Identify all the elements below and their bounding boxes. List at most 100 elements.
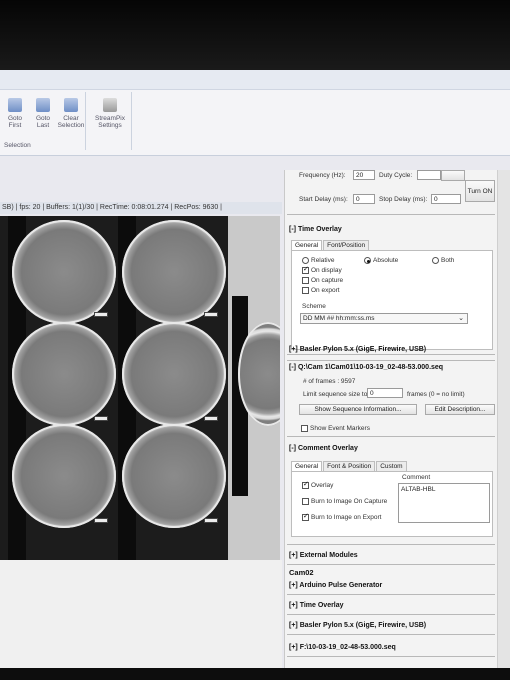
on-export-checkbox[interactable]: On export xyxy=(302,287,340,294)
label-tag xyxy=(94,416,108,421)
cam02-arduino-header[interactable]: [+] Arduino Pulse Generator xyxy=(289,582,382,589)
tab-general[interactable]: General xyxy=(291,461,323,471)
show-event-markers-label: Show Event Markers xyxy=(310,425,370,433)
tab-font-position[interactable]: Font/Position xyxy=(323,240,370,250)
tab-general[interactable]: General xyxy=(291,240,323,250)
show-event-markers-checkbox[interactable]: Show Event Markers xyxy=(301,425,370,432)
goto-last-button[interactable]: Goto Last xyxy=(30,98,56,129)
chevron-down-icon: ⌄ xyxy=(458,315,464,322)
burn-export-label: Burn to Image on Export xyxy=(311,514,382,522)
comment-label: Comment xyxy=(402,474,431,481)
panel-scrollbar[interactable] xyxy=(497,170,510,668)
dish-4 xyxy=(122,322,226,426)
comment-overlay-tabs: General Font & Position Custom xyxy=(291,461,408,471)
dish-5 xyxy=(12,424,116,528)
goto-last-icon xyxy=(36,98,50,112)
clear-selection-label: Clear xyxy=(63,115,79,122)
cam02-sequence-header[interactable]: [+] F:\10-03-19_02-48-53.000.seq xyxy=(289,644,396,651)
streampix-window: Goto First Goto Last Clear Selection Sel… xyxy=(0,70,510,668)
separator xyxy=(287,634,495,635)
selection-group: Goto First Goto Last Clear Selection Sel… xyxy=(0,92,86,150)
streampix-settings-label2: Settings xyxy=(98,122,122,129)
edit-description-button[interactable]: Edit Description... xyxy=(425,404,495,415)
clear-selection-button[interactable]: Clear Selection xyxy=(56,98,86,129)
goto-first-label: Goto xyxy=(7,115,23,122)
comment-textarea[interactable]: ALTAB-HBL xyxy=(398,483,490,523)
basler-pylon-header[interactable]: [+] Basler Pylon 5.x (GigE, Firewire, US… xyxy=(289,346,426,353)
clear-selection-icon xyxy=(64,98,78,112)
burn-capture-label: Burn to Image On Capture xyxy=(311,498,388,506)
burn-capture-checkbox[interactable]: Burn to Image On Capture xyxy=(302,498,387,505)
monitor-bezel-bottom xyxy=(0,668,510,680)
radio-relative[interactable]: Relative xyxy=(302,257,334,264)
radio-absolute-label: Absolute xyxy=(373,257,399,265)
time-overlay-tab-body: Relative Absolute Both On display On cap… xyxy=(291,250,493,350)
goto-last-label: Goto xyxy=(35,115,51,122)
radio-both[interactable]: Both xyxy=(432,257,454,264)
separator xyxy=(287,214,495,215)
streampix-settings-button[interactable]: StreamPix Settings xyxy=(92,98,128,129)
external-modules-header[interactable]: [+] External Modules xyxy=(289,552,358,559)
scheme-label: Scheme xyxy=(302,303,326,310)
label-tag xyxy=(94,312,108,317)
on-capture-checkbox[interactable]: On capture xyxy=(302,277,343,284)
cam02-time-overlay-header[interactable]: [+] Time Overlay xyxy=(289,602,344,609)
on-display-check xyxy=(302,265,309,274)
duty-cycle-input[interactable] xyxy=(417,170,441,180)
overlay-check xyxy=(302,480,309,489)
limit-sequence-input[interactable]: 0 xyxy=(367,388,403,398)
limit-sequence-suffix: frames (0 = no limit) xyxy=(407,391,465,398)
time-overlay-header[interactable]: [-] Time Overlay xyxy=(289,226,342,233)
wrench-icon xyxy=(103,98,117,112)
turn-on-button[interactable]: Turn ON xyxy=(465,180,495,202)
stop-delay-input[interactable]: 0 xyxy=(431,194,461,204)
on-capture-label: On capture xyxy=(311,277,344,285)
separator xyxy=(287,360,495,361)
tab-font-and-position[interactable]: Font & Position xyxy=(323,461,376,471)
on-display-checkbox[interactable]: On display xyxy=(302,265,342,275)
separator xyxy=(287,354,495,355)
separator xyxy=(287,656,495,657)
frequency-input[interactable]: 20 xyxy=(353,170,375,180)
overlay-label: Overlay xyxy=(311,482,334,490)
video-bottom-area xyxy=(0,560,282,668)
video-display[interactable] xyxy=(0,216,280,560)
overlay-checkbox[interactable]: Overlay xyxy=(302,480,334,490)
scheme-select[interactable]: DD MM ## hh:mm:ss.ms ⌄ xyxy=(300,313,468,324)
sequence-header[interactable]: [-] Q:\Cam 1\Cam01\10-03-19_02-48-53.000… xyxy=(289,364,443,371)
show-event-markers-check xyxy=(301,425,308,432)
label-tag xyxy=(94,518,108,523)
clear-selection-label2: Selection xyxy=(57,122,85,129)
duty-apply-button[interactable] xyxy=(441,170,465,181)
ribbon-tab-strip xyxy=(0,70,510,90)
ribbon-toolbar: Goto First Goto Last Clear Selection Sel… xyxy=(0,70,510,156)
label-tag xyxy=(204,416,218,421)
separator xyxy=(287,436,495,437)
separator xyxy=(287,564,495,565)
limit-sequence-label: Limit sequence size to xyxy=(303,391,368,398)
settings-panel: Frequency (Hz): 20 Duty Cycle: Turn ON S… xyxy=(284,170,510,668)
show-sequence-info-button[interactable]: Show Sequence Information... xyxy=(299,404,417,415)
dish-6 xyxy=(122,424,226,528)
cam02-basler-header[interactable]: [+] Basler Pylon 5.x (GigE, Firewire, US… xyxy=(289,622,426,629)
on-capture-check xyxy=(302,277,309,284)
goto-first-icon xyxy=(8,98,22,112)
frequency-label: Frequency (Hz): xyxy=(299,172,346,179)
burn-export-checkbox[interactable]: Burn to Image on Export xyxy=(302,512,382,522)
label-tag xyxy=(204,518,218,523)
separator xyxy=(287,614,495,615)
tab-custom[interactable]: Custom xyxy=(376,461,407,471)
label-tag xyxy=(204,312,218,317)
comment-overlay-tab-body: Overlay Burn to Image On Capture Burn to… xyxy=(291,471,493,537)
on-export-label: On export xyxy=(311,287,340,295)
video-status-bar: SB) | fps: 20 | Buffers: 1(1)/30 | RecTi… xyxy=(0,202,282,214)
radio-absolute-dot xyxy=(364,257,371,264)
goto-last-label2: Last xyxy=(36,122,50,129)
start-delay-input[interactable]: 0 xyxy=(353,194,375,204)
radio-absolute[interactable]: Absolute xyxy=(364,257,398,264)
on-display-label: On display xyxy=(311,267,342,275)
goto-first-button[interactable]: Goto First xyxy=(2,98,28,129)
goto-first-label2: First xyxy=(8,122,22,129)
streampix-settings-label: StreamPix xyxy=(95,115,125,122)
comment-overlay-header[interactable]: [-] Comment Overlay xyxy=(289,445,358,452)
